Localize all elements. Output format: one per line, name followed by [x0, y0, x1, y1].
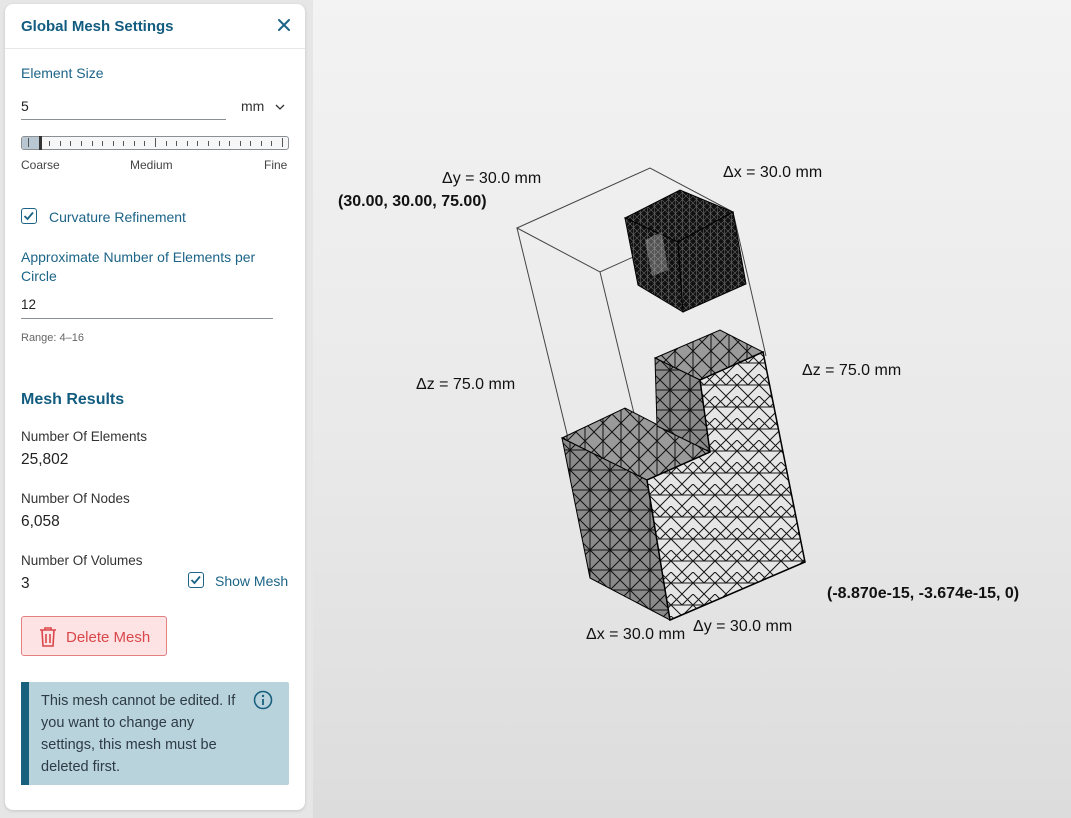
slider-tick [208, 141, 209, 146]
number-of-nodes-value: 6,058 [21, 513, 60, 530]
slider-tick [28, 138, 29, 147]
slider-tick [123, 141, 124, 146]
slider-tick [240, 141, 241, 146]
dimension-dz-right: Δz = 75.0 mm [802, 362, 902, 379]
slider-tick [113, 141, 114, 146]
slider-tick [229, 141, 230, 146]
global-mesh-settings-panel: Global Mesh Settings Element Size 5 mm C… [5, 4, 305, 810]
dimension-dx-top: Δx = 30.0 mm [723, 164, 823, 181]
number-of-elements-label: Number Of Elements [21, 429, 148, 444]
elements-per-circle-underline [21, 318, 273, 319]
slider-tick [166, 141, 167, 146]
mesh-results-title: Mesh Results [21, 391, 125, 408]
close-button[interactable] [275, 16, 293, 34]
panel-title: Global Mesh Settings [21, 18, 174, 35]
slider-tick [261, 141, 262, 146]
slider-tick [282, 138, 283, 147]
curvature-refinement-label[interactable]: Curvature Refinement [49, 209, 186, 225]
number-of-nodes-label: Number Of Nodes [21, 491, 130, 506]
mesh-cube-top [623, 189, 747, 313]
info-message-box: This mesh cannot be edited. If you want … [21, 682, 289, 785]
slider-tick [176, 141, 177, 146]
dimension-dz-left: Δz = 75.0 mm [416, 376, 516, 393]
range-hint: Range: 4–16 [21, 332, 84, 344]
trash-icon [40, 627, 56, 647]
unit-select-value: mm [241, 98, 265, 114]
slider-tick [49, 141, 50, 146]
delete-mesh-button[interactable]: Delete Mesh [21, 616, 167, 656]
elements-per-circle-input[interactable]: 12 [21, 297, 36, 312]
number-of-volumes-label: Number Of Volumes [21, 553, 143, 568]
slider-tick [60, 141, 61, 146]
panel-header: Global Mesh Settings [5, 4, 305, 49]
mesh-body [560, 329, 806, 622]
slider-fill [22, 137, 39, 149]
element-size-slider[interactable] [21, 136, 289, 150]
slider-tick [134, 141, 135, 146]
slider-label-coarse: Coarse [21, 158, 60, 172]
curvature-refinement-checkbox[interactable] [21, 208, 37, 224]
number-of-volumes-value: 3 [21, 575, 30, 592]
info-accent-bar [21, 682, 29, 785]
chevron-down-icon [275, 104, 285, 110]
slider-tick [155, 138, 156, 147]
slider-label-medium: Medium [130, 158, 173, 172]
close-icon [278, 19, 290, 31]
show-mesh-label[interactable]: Show Mesh [215, 573, 288, 589]
slider-tick [92, 141, 93, 146]
number-of-elements-value: 25,802 [21, 451, 69, 468]
coord-max-label: (30.00, 30.00, 75.00) [338, 193, 487, 210]
dimension-dy-top: Δy = 30.0 mm [442, 170, 542, 187]
slider-tick [271, 141, 272, 146]
checkmark-icon [23, 211, 34, 221]
delete-mesh-label: Delete Mesh [66, 629, 151, 646]
slider-label-fine: Fine [264, 158, 288, 172]
slider-handle[interactable] [39, 136, 42, 150]
slider-tick [102, 141, 103, 146]
dimension-dx-bottom: Δx = 30.0 mm [586, 626, 686, 643]
slider-tick [250, 141, 251, 146]
info-icon[interactable] [253, 690, 273, 710]
slider-tick [187, 141, 188, 146]
element-size-label: Element Size [21, 65, 104, 81]
unit-select[interactable]: mm [241, 97, 291, 119]
element-size-underline [21, 119, 226, 120]
info-message-text: This mesh cannot be edited. If you want … [41, 693, 236, 775]
slider-tick [197, 141, 198, 146]
show-mesh-checkbox[interactable] [188, 572, 204, 588]
checkmark-icon [190, 575, 201, 585]
elements-per-circle-label-line2: Circle [21, 268, 57, 284]
coord-min-label: (-8.870e-15, -3.674e-15, 0) [827, 585, 1020, 602]
dimension-dy-bottom: Δy = 30.0 mm [693, 618, 793, 635]
slider-tick [70, 141, 71, 146]
slider-tick [144, 141, 145, 146]
elements-per-circle-label-line1: Approximate Number of Elements per [21, 249, 256, 265]
element-size-input[interactable]: 5 [21, 98, 29, 114]
slider-tick [81, 141, 82, 146]
slider-tick [219, 141, 220, 146]
